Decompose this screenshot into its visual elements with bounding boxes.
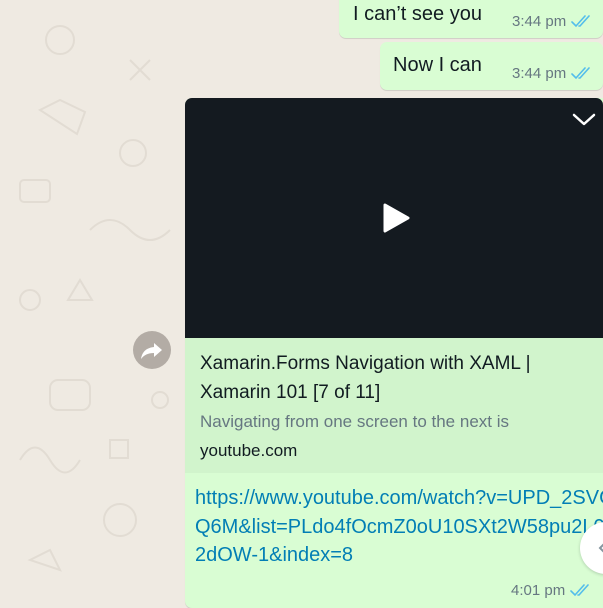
message-bubble[interactable]: Now I can 3:44 pm: [380, 42, 603, 90]
message-link[interactable]: https://www.youtube.com/watch?v=UPD_2SVG…: [195, 484, 603, 570]
link-preview-title: Xamarin.Forms Navigation with XAML | Xam…: [200, 353, 531, 403]
link-preview[interactable]: Xamarin.Forms Navigation with XAML | Xam…: [185, 338, 603, 473]
double-check-read-icon: [570, 584, 592, 597]
forward-icon: [141, 343, 162, 359]
link-preview-domain: youtube.com: [200, 441, 298, 460]
message-meta: 4:01 pm: [511, 582, 592, 599]
message-text: Now I can: [393, 54, 482, 76]
video-thumbnail[interactable]: [185, 98, 603, 338]
message-time: 3:44 pm: [512, 13, 567, 30]
play-icon[interactable]: [382, 202, 412, 234]
link-message-bubble[interactable]: Xamarin.Forms Navigation with XAML | Xam…: [185, 98, 603, 608]
scroll-down-icon: [598, 543, 603, 553]
double-check-read-icon: [571, 15, 593, 28]
message-meta: 3:44 pm: [512, 13, 593, 30]
link-preview-description: Navigating from one screen to the next i…: [200, 412, 509, 431]
message-meta: 3:44 pm: [512, 65, 593, 82]
forward-button[interactable]: [133, 331, 171, 369]
double-check-read-icon: [571, 67, 593, 80]
chevron-down-icon[interactable]: [571, 109, 597, 129]
message-time: 3:44 pm: [512, 65, 567, 82]
message-text: I can’t see you: [353, 3, 482, 25]
message-time: 4:01 pm: [511, 582, 566, 599]
message-bubble[interactable]: I can’t see you 3:44 pm: [339, 0, 603, 38]
